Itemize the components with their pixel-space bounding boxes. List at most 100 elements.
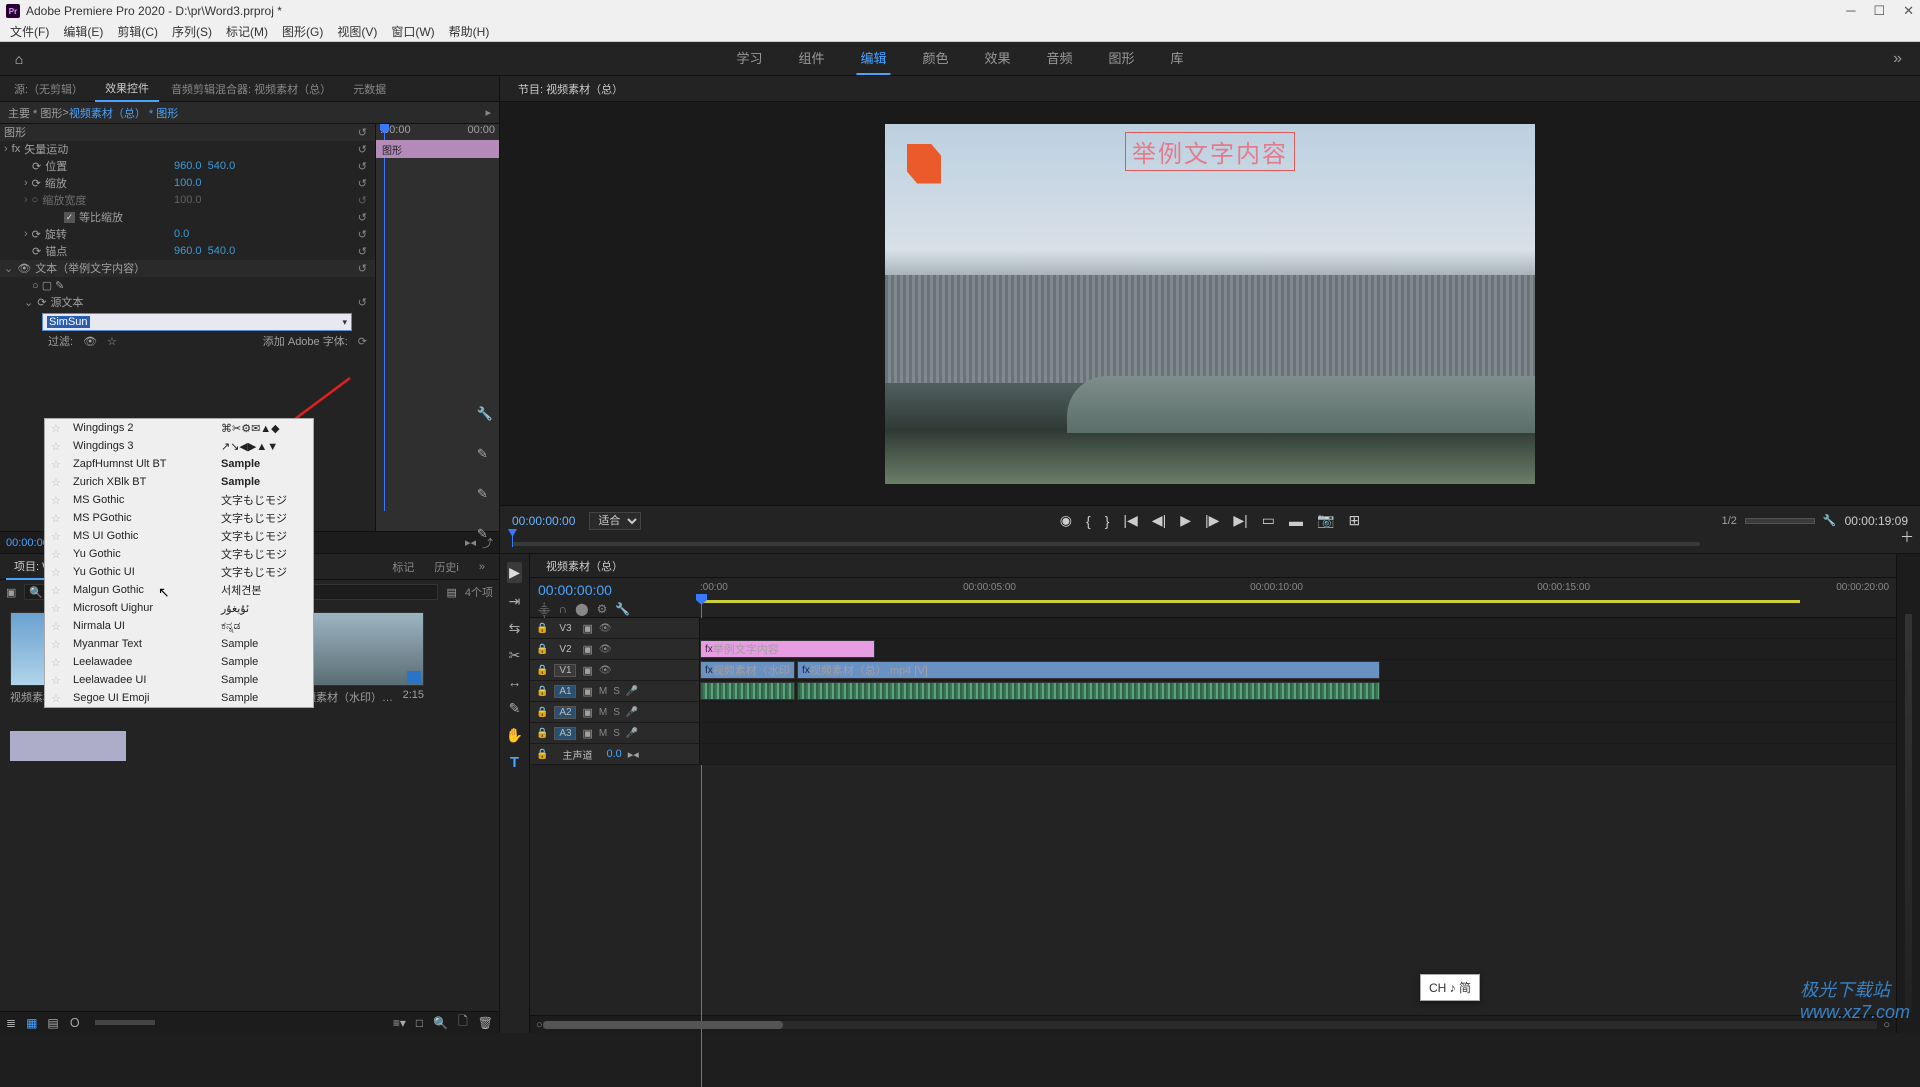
font-option[interactable]: ☆Wingdings 3↗↘◀▶▲▼ <box>45 437 313 455</box>
solo-button[interactable]: S <box>613 728 620 739</box>
reset-icon[interactable]: ↺ <box>358 126 367 139</box>
star-icon[interactable]: ☆ <box>51 584 65 597</box>
star-icon[interactable]: ☆ <box>51 638 65 651</box>
font-input-value[interactable]: SimSun <box>47 316 90 328</box>
extract-icon[interactable]: ▬ <box>1289 513 1303 529</box>
mute-button[interactable]: M <box>599 728 607 739</box>
razor-icon[interactable]: ✂ <box>509 647 521 664</box>
tab-markers[interactable]: 标记 <box>384 555 422 579</box>
font-option[interactable]: ☆ZapfHumnst Ult BTSample <box>45 455 313 473</box>
eye-icon[interactable]: 👁 <box>599 644 612 655</box>
anchor-x[interactable]: 960.0 <box>174 245 202 257</box>
timeline-ruler[interactable]: :00:0000:00:05:0000:00:10:0000:00:15:000… <box>700 578 1896 617</box>
toggle-output-icon[interactable]: ▣ <box>582 664 592 677</box>
h-scrollbar[interactable] <box>543 1021 1878 1029</box>
star-icon[interactable]: ☆ <box>51 620 65 633</box>
track-name[interactable]: A1 <box>554 685 576 698</box>
font-option[interactable]: ☆Leelawadee UISample <box>45 671 313 689</box>
proj-overflow[interactable]: » <box>471 557 493 577</box>
reset-icon[interactable]: ↺ <box>358 143 367 156</box>
font-option[interactable]: ☆LeelawadeeSample <box>45 653 313 671</box>
star-icon[interactable]: ☆ <box>51 692 65 705</box>
lock-icon[interactable]: 🔒 <box>536 728 548 739</box>
lock-icon[interactable]: 🔒 <box>536 749 548 760</box>
scale-val[interactable]: 100.0 <box>174 177 202 189</box>
tab-source[interactable]: 源:（无剪辑） <box>4 77 93 101</box>
star-icon[interactable]: ☆ <box>51 530 65 543</box>
lock-icon[interactable]: 🔒 <box>536 665 548 676</box>
minimize-button[interactable]: ─ <box>1846 3 1855 19</box>
ws-audio[interactable]: 音频 <box>1043 42 1077 75</box>
slip-icon[interactable]: ↔ <box>508 674 522 690</box>
star-icon[interactable]: ☆ <box>51 566 65 579</box>
mute-button[interactable]: M <box>599 686 607 697</box>
maximize-button[interactable]: ☐ <box>1873 3 1885 19</box>
circle-icon[interactable]: ○ <box>536 1019 543 1031</box>
star-icon[interactable]: ☆ <box>51 422 65 435</box>
star-icon[interactable]: ☆ <box>51 440 65 453</box>
toggle-output-icon[interactable]: ▣ <box>582 706 592 719</box>
link-icon[interactable]: ∩ <box>559 602 568 619</box>
track-name[interactable]: V2 <box>554 644 576 655</box>
program-plus-icon[interactable]: ＋ <box>1900 527 1914 547</box>
star-icon[interactable]: ☆ <box>51 656 65 669</box>
play-icon[interactable]: ▶ <box>1180 512 1191 529</box>
mic-icon[interactable]: 🎤 <box>626 707 638 718</box>
filter-icon[interactable]: ▤ <box>446 586 456 599</box>
hand-icon[interactable]: ✋ <box>506 727 523 744</box>
master-track[interactable]: 主声道 <box>554 747 600 762</box>
pos-y[interactable]: 540.0 <box>208 160 236 172</box>
goto-in-icon[interactable]: |◀ <box>1123 512 1137 529</box>
sequence-thumb[interactable] <box>10 731 126 761</box>
close-button[interactable]: ✕ <box>1903 3 1914 19</box>
font-option[interactable]: ☆MS Gothic文字もじモジ <box>45 491 313 509</box>
mic-icon[interactable]: 🎤 <box>626 728 638 739</box>
menu-sequence[interactable]: 序列(S) <box>166 21 218 42</box>
menu-marker[interactable]: 标记(M) <box>220 21 274 42</box>
font-dropdown-icon[interactable]: ▾ <box>342 317 347 328</box>
find-icon[interactable]: 🔍 <box>433 1016 448 1030</box>
sort-icon[interactable]: Ｏ <box>69 1014 81 1031</box>
font-option[interactable]: ☆Zurich XBlk BTSample <box>45 473 313 491</box>
reset-icon[interactable]: ↺ <box>358 262 367 275</box>
program-tab[interactable]: 节目: 视频素材（总） <box>510 77 631 101</box>
audio-meter[interactable] <box>1896 554 1920 1033</box>
thumb-size-slider[interactable] <box>95 1020 155 1025</box>
step-fwd-icon[interactable]: |▶ <box>1205 512 1219 529</box>
ws-libraries[interactable]: 库 <box>1167 42 1188 75</box>
auto-seq-icon[interactable]: □ <box>416 1016 423 1030</box>
ws-graphics[interactable]: 图形 <box>1105 42 1139 75</box>
lock-icon[interactable]: 🔒 <box>536 686 548 697</box>
eye-icon[interactable]: 👁 <box>599 665 612 676</box>
filter-star-icon[interactable]: ☆ <box>107 335 117 348</box>
mic-icon[interactable]: 🎤 <box>626 686 638 697</box>
menu-help[interactable]: 帮助(H) <box>443 21 496 42</box>
font-option[interactable]: ☆Segoe UI EmojiSample <box>45 689 313 707</box>
reset-icon[interactable]: ↺ <box>358 228 367 241</box>
toggle-output-icon[interactable]: ▣ <box>582 622 592 635</box>
uniform-checkbox[interactable]: ✓ <box>64 212 75 223</box>
menu-window[interactable]: 窗口(W) <box>385 21 440 42</box>
wrench-icon[interactable]: 🔧 <box>1823 514 1837 527</box>
toggle-output-icon[interactable]: ▣ <box>582 727 592 740</box>
audio-clip[interactable] <box>797 682 1380 700</box>
reset-icon[interactable]: ↺ <box>358 211 367 224</box>
tab-metadata[interactable]: 元数据 <box>343 77 396 101</box>
ripple-icon[interactable]: ⇆ <box>509 620 521 637</box>
add-marker-icon[interactable]: ◉ <box>1060 512 1072 529</box>
step-back-icon[interactable]: ◀| <box>1152 512 1166 529</box>
reset-icon[interactable]: ↺ <box>358 296 367 309</box>
fit-select[interactable]: 适合 <box>589 512 641 530</box>
star-icon[interactable]: ☆ <box>51 602 65 615</box>
menu-edit[interactable]: 编辑(E) <box>57 21 109 42</box>
font-option[interactable]: ☆Nirmala UIಕನ್ನಡ <box>45 617 313 635</box>
video-clip[interactable]: fx 视频素材（总）.mp4 [V] <box>797 661 1380 679</box>
tab-history[interactable]: 历史i <box>426 555 466 579</box>
trash-icon[interactable]: 🗑 <box>478 1016 493 1030</box>
ec-playhead[interactable] <box>384 124 385 511</box>
expand-icon[interactable]: ▸◂ <box>628 748 639 761</box>
tab-audio-mixer[interactable]: 音频剪辑混合器: 视频素材（总） <box>161 77 341 101</box>
star-icon[interactable]: ☆ <box>51 548 65 561</box>
ec-dropper2-icon[interactable]: ✎ <box>477 486 493 502</box>
ws-assembly[interactable]: 组件 <box>794 42 828 75</box>
